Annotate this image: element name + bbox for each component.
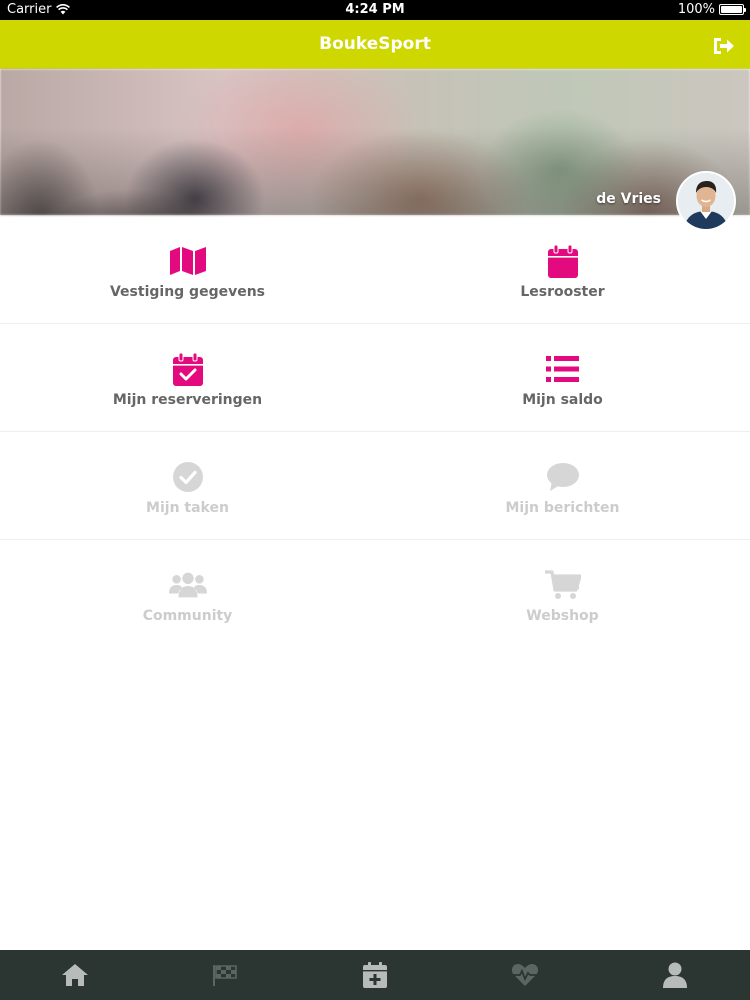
heartbeat-icon: [511, 964, 539, 986]
user-name: de Vries: [596, 191, 661, 207]
menu-tile-lesrooster[interactable]: Lesrooster: [375, 216, 750, 323]
navigation-bar: BoukeSport: [0, 20, 750, 69]
menu-tile-mijn-berichten[interactable]: Mijn berichten: [375, 432, 750, 539]
menu-row: Mijn reserveringen Mijn saldo: [0, 324, 750, 432]
chat-icon: [544, 460, 582, 494]
list-icon: [544, 352, 582, 386]
menu-tile-label: Mijn saldo: [522, 392, 603, 408]
tab-bar: [0, 950, 750, 1000]
menu-row: Vestiging gegevens Lesrooster: [0, 216, 750, 324]
cart-icon: [544, 568, 582, 602]
battery-icon: [719, 4, 746, 15]
user-icon: [663, 962, 687, 988]
status-time: 4:24 PM: [345, 2, 405, 17]
battery-indicator: 100%: [677, 2, 746, 17]
menu-grid: Vestiging gegevens Lesrooster Mijn reser…: [0, 216, 750, 648]
tab-profile[interactable]: [600, 950, 750, 1000]
tab-health[interactable]: [450, 950, 600, 1000]
menu-tile-label: Mijn reserveringen: [112, 392, 263, 408]
menu-tile-vestiging-gegevens[interactable]: Vestiging gegevens: [0, 216, 375, 323]
menu-tile-label: Mijn berichten: [505, 500, 620, 516]
menu-tile-webshop[interactable]: Webshop: [375, 540, 750, 648]
menu-tile-label: Mijn taken: [146, 500, 229, 516]
tab-calendar-add[interactable]: [300, 950, 450, 1000]
map-icon: [169, 244, 207, 278]
menu-tile-community[interactable]: Community: [0, 540, 375, 648]
users-icon: [168, 568, 207, 602]
battery-percentage: 100%: [677, 2, 715, 17]
sign-out-icon: [714, 38, 734, 54]
menu-tile-mijn-taken[interactable]: Mijn taken: [0, 432, 375, 539]
menu-tile-label: Lesrooster: [520, 284, 605, 300]
check-circle-icon: [169, 460, 207, 494]
menu-tile-mijn-saldo[interactable]: Mijn saldo: [375, 324, 750, 431]
menu-row: Community Webshop: [0, 540, 750, 648]
tab-flag[interactable]: [150, 950, 300, 1000]
logout-button[interactable]: [712, 36, 736, 56]
tab-home[interactable]: [0, 950, 150, 1000]
menu-tile-mijn-reserveringen[interactable]: Mijn reserveringen: [0, 324, 375, 431]
calendar-plus-icon: [363, 962, 387, 988]
home-icon: [62, 964, 88, 986]
app-title: BoukeSport: [319, 34, 431, 54]
menu-row: Mijn taken Mijn berichten: [0, 432, 750, 540]
menu-tile-label: Vestiging gegevens: [109, 284, 266, 300]
menu-tile-label: Webshop: [526, 608, 599, 624]
menu-tile-label: Community: [142, 608, 233, 624]
flag-icon: [213, 965, 237, 986]
status-bar: Carrier 4:24 PM 100%: [0, 0, 750, 20]
calendar-icon: [544, 244, 582, 278]
calendar-check-icon: [169, 352, 207, 386]
